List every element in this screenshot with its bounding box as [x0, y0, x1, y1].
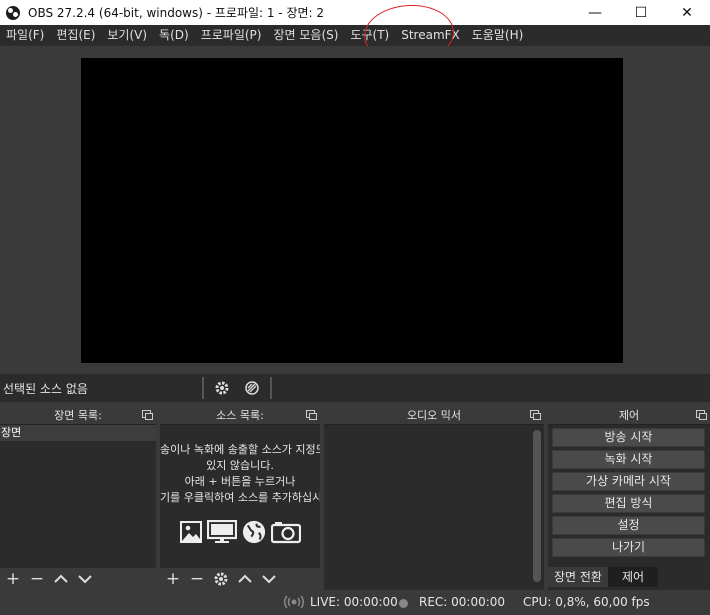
preview-area — [0, 46, 710, 374]
window-title: OBS 27.2.4 (64-bit, windows) - 프로파일: 1 -… — [28, 6, 325, 20]
move-down-button[interactable] — [74, 569, 96, 589]
source-type-icons — [160, 520, 320, 544]
add-scene-button[interactable]: + — [2, 569, 24, 589]
move-up-button[interactable] — [234, 569, 256, 589]
no-source-selected-label: 선택된 소스 없음 — [3, 381, 88, 396]
start-streaming-button[interactable]: 방송 시작 — [552, 428, 705, 447]
empty-message-line: 아래 + 버튼을 누르거나 — [184, 475, 296, 488]
cpu-fps-readout: CPU: 0,8%, 60,00 fps — [523, 595, 650, 609]
empty-message-line: 기를 우클릭하여 소스를 추가하십시 — [160, 491, 320, 504]
menu-edit[interactable]: 편집(E) — [50, 25, 101, 46]
sources-dock: 소스 목록: 송이나 녹화에 송출할 소스가 지정도 있지 않습니다. 아래 +… — [160, 406, 320, 590]
empty-message-line: 송이나 녹화에 송출할 소스가 지정도 — [160, 443, 320, 456]
maximize-button[interactable]: ☐ — [618, 0, 664, 25]
menu-bar: 파일(F) 편집(E) 보기(V) 독(D) 프로파일(P) 장면 모음(S) … — [0, 25, 710, 46]
menu-scene-collection[interactable]: 장면 모음(S) — [267, 25, 344, 46]
start-virtual-camera-button[interactable]: 가상 카메라 시작 — [552, 472, 705, 491]
toolbar-separator — [270, 377, 272, 399]
sources-empty-message: 송이나 녹화에 송출할 소스가 지정도 있지 않습니다. 아래 + 버튼을 누르… — [160, 425, 320, 506]
studio-mode-button[interactable]: 편집 방식 — [552, 494, 705, 513]
float-dock-icon[interactable] — [306, 410, 317, 420]
image-icon — [179, 520, 203, 544]
gear-icon[interactable] — [209, 377, 235, 399]
controls-dock: 제어 방송 시작 녹화 시작 가상 카메라 시작 편집 방식 설정 나가기 장면… — [548, 406, 710, 590]
rec-timer: REC: 00:00:00 — [419, 595, 506, 609]
mixer-dock-title: 오디오 믹서 — [406, 409, 462, 422]
camera-icon — [271, 520, 301, 544]
move-up-button[interactable] — [50, 569, 72, 589]
globe-icon — [241, 520, 267, 544]
sources-dock-header: 소스 목록: — [160, 406, 320, 425]
menu-docks[interactable]: 독(D) — [153, 25, 195, 46]
sources-dock-title: 소스 목록: — [216, 409, 264, 422]
menu-help[interactable]: 도움말(H) — [466, 25, 530, 46]
float-dock-icon[interactable] — [142, 410, 153, 420]
title-bar: OBS 27.2.4 (64-bit, windows) - 프로파일: 1 -… — [0, 0, 710, 25]
live-broadcast-icon — [283, 594, 305, 613]
scenes-dock-header: 장면 목록: — [0, 406, 156, 425]
empty-message-line: 있지 않습니다. — [206, 459, 274, 472]
obs-logo-icon — [6, 5, 20, 20]
source-toolbar: 선택된 소스 없음 — [0, 374, 710, 402]
window-controls: — ☐ ✕ — [572, 0, 710, 25]
remove-scene-button[interactable]: − — [26, 569, 48, 589]
add-source-button[interactable]: + — [162, 569, 184, 589]
close-button[interactable]: ✕ — [664, 0, 710, 25]
tab-scene-transitions[interactable]: 장면 전환 — [548, 567, 608, 587]
remove-source-button[interactable]: − — [186, 569, 208, 589]
display-icon — [207, 520, 237, 544]
float-dock-icon[interactable] — [530, 410, 541, 420]
scenes-dock-footer: + − — [0, 568, 156, 590]
controls-dock-header: 제어 — [548, 406, 710, 425]
start-recording-button[interactable]: 녹화 시작 — [552, 450, 705, 469]
toolbar-separator — [202, 377, 204, 399]
preview-canvas[interactable] — [81, 58, 623, 363]
sources-dock-footer: + − — [160, 568, 320, 590]
move-down-button[interactable] — [258, 569, 280, 589]
float-dock-icon[interactable] — [696, 410, 707, 420]
menu-tools[interactable]: 도구(T) — [344, 25, 395, 46]
source-properties-gear-icon[interactable] — [210, 569, 232, 589]
live-timer: LIVE: 00:00:00 — [310, 595, 398, 609]
scene-list-item[interactable]: 장면 — [0, 425, 156, 441]
audio-mixer-dock: 오디오 믹서 — [324, 406, 544, 590]
menu-view[interactable]: 보기(V) — [101, 25, 153, 46]
controls-dock-title: 제어 — [618, 409, 640, 422]
scenes-dock: 장면 목록: 장면 + − — [0, 406, 156, 590]
minimize-button[interactable]: — — [572, 0, 618, 25]
menu-profile[interactable]: 프로파일(P) — [195, 25, 268, 46]
tab-controls[interactable]: 제어 — [607, 567, 659, 587]
mixer-scrollbar[interactable] — [533, 430, 541, 582]
mixer-dock-header: 오디오 믹서 — [324, 406, 544, 425]
scenes-dock-title: 장면 목록: — [54, 409, 102, 422]
menu-streamfx[interactable]: StreamFX — [395, 25, 466, 46]
rec-indicator-icon — [399, 599, 408, 608]
menu-file[interactable]: 파일(F) — [0, 25, 50, 46]
controls-tabs: 장면 전환 제어 — [548, 567, 659, 587]
status-bar: LIVE: 00:00:00 REC: 00:00:00 CPU: 0,8%, … — [0, 590, 710, 615]
exit-button[interactable]: 나가기 — [552, 538, 705, 557]
filter-icon[interactable] — [239, 377, 265, 399]
settings-button[interactable]: 설정 — [552, 516, 705, 535]
